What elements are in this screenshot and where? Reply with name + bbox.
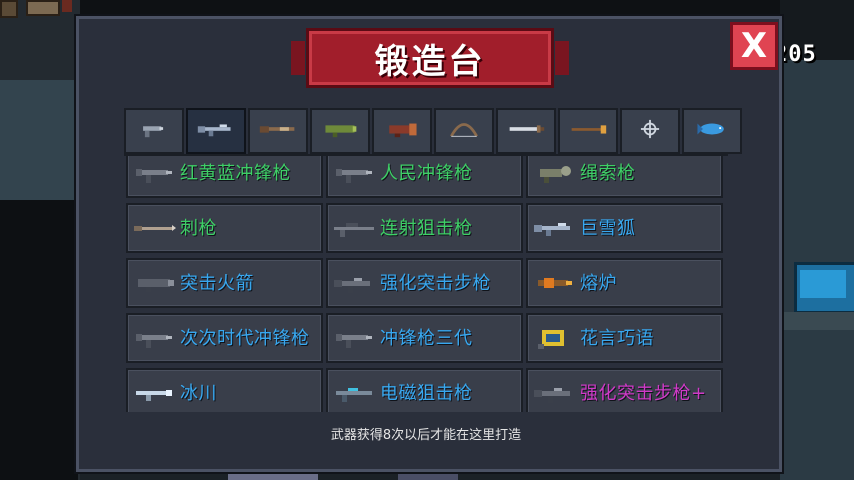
weapon-name: 人民冲锋枪 <box>380 162 473 184</box>
smg-icon <box>332 326 376 350</box>
weapon-name: 巨雪狐 <box>580 217 636 239</box>
weapon-name: 电磁狙击枪 <box>380 382 473 404</box>
category-tab[interactable] <box>620 108 680 154</box>
weapon-name: 冲锋枪三代 <box>380 327 473 349</box>
weapon-category-tabs <box>124 108 742 154</box>
category-tab[interactable] <box>248 108 308 154</box>
weapon-grid: 红黄蓝冲锋枪 人民冲锋枪 绳索枪刺枪 连射狙击枪 巨雪狐突击火箭 强化突击步枪 熔炉次次时代… <box>126 156 726 412</box>
weapon-item[interactable]: 花言巧语 <box>526 313 723 363</box>
weapon-item[interactable]: 冰川 <box>126 368 323 412</box>
weapon-name: 红黄蓝冲锋枪 <box>180 162 291 184</box>
close-button[interactable]: X <box>730 22 778 70</box>
weapon-item[interactable]: 电磁狙击枪 <box>326 368 523 412</box>
background-item <box>62 0 72 12</box>
background-floor <box>0 80 78 200</box>
crosshair-icon <box>630 118 670 144</box>
smg-icon <box>132 161 176 185</box>
weapon-name: 花言巧语 <box>580 327 654 349</box>
background-console-screen <box>800 270 846 298</box>
launcher-icon <box>320 118 360 144</box>
smg-icon <box>132 326 176 350</box>
page-title: 锻造台 <box>374 41 486 82</box>
forge-requirement-note: 武器获得8次以后才能在这里打造 <box>330 428 522 443</box>
weapon-item[interactable]: 突击火箭 <box>126 258 323 308</box>
shotgun-icon <box>258 118 298 144</box>
fish-icon <box>692 118 732 144</box>
weapon-name: 连射狙击枪 <box>380 217 473 239</box>
background-item <box>0 0 18 18</box>
weapon-item[interactable]: 熔炉 <box>526 258 723 308</box>
weapon-name: 刺枪 <box>180 217 217 239</box>
weapon-name: 突击火箭 <box>180 272 254 294</box>
category-tab[interactable] <box>310 108 370 154</box>
grapple-icon <box>532 161 576 185</box>
weapon-item[interactable]: 次次时代冲锋枪 <box>126 313 323 363</box>
weapon-name: 熔炉 <box>580 272 617 294</box>
cube-gun-icon <box>532 326 576 350</box>
weapon-name: 强化突击步枪 <box>380 272 491 294</box>
staff-icon <box>568 118 608 144</box>
weapon-name: 次次时代冲锋枪 <box>180 327 310 349</box>
weapon-item[interactable]: 巨雪狐 <box>526 203 723 253</box>
sniper-icon <box>332 216 376 240</box>
cannon-icon <box>382 118 422 144</box>
smg-icon <box>332 161 376 185</box>
weapon-name: 强化突击步枪+ <box>580 382 707 404</box>
category-tab[interactable] <box>434 108 494 154</box>
railgun-icon <box>332 381 376 405</box>
weapon-list-viewport[interactable]: 红黄蓝冲锋枪 人民冲锋枪 绳索枪刺枪 连射狙击枪 巨雪狐突击火箭 强化突击步枪 熔炉次次时代… <box>124 154 728 412</box>
weapon-item[interactable]: 刺枪 <box>126 203 323 253</box>
category-tab[interactable] <box>372 108 432 154</box>
background-item <box>26 0 60 16</box>
rifle-icon <box>532 216 576 240</box>
weapon-item[interactable]: 强化突击步枪+ <box>526 368 723 412</box>
furnace-gun-icon <box>532 271 576 295</box>
assault-rifle-icon <box>332 271 376 295</box>
sword-icon <box>506 118 546 144</box>
assault-rifle-icon <box>532 381 576 405</box>
weapon-name: 冰川 <box>180 382 217 404</box>
rocket-icon <box>132 271 176 295</box>
spear-gun-icon <box>132 216 176 240</box>
category-tab[interactable] <box>682 108 742 154</box>
weapon-item[interactable]: 连射狙击枪 <box>326 203 523 253</box>
weapon-name: 绳索枪 <box>580 162 636 184</box>
category-tab[interactable] <box>558 108 618 154</box>
title-banner: 锻造台 <box>291 28 569 88</box>
background-desk <box>784 312 854 330</box>
category-tab[interactable] <box>496 108 556 154</box>
weapon-item[interactable]: 人民冲锋枪 <box>326 156 523 198</box>
rifle-icon <box>196 118 236 144</box>
weapon-item[interactable]: 绳索枪 <box>526 156 723 198</box>
category-tab[interactable] <box>124 108 184 154</box>
weapon-item[interactable]: 强化突击步枪 <box>326 258 523 308</box>
ice-gun-icon <box>132 381 176 405</box>
bow-icon <box>444 118 484 144</box>
category-tab[interactable] <box>186 108 246 154</box>
weapon-item[interactable]: 冲锋枪三代 <box>326 313 523 363</box>
pistol-icon <box>134 118 174 144</box>
weapon-item[interactable]: 红黄蓝冲锋枪 <box>126 156 323 198</box>
background-shadow <box>0 200 78 480</box>
